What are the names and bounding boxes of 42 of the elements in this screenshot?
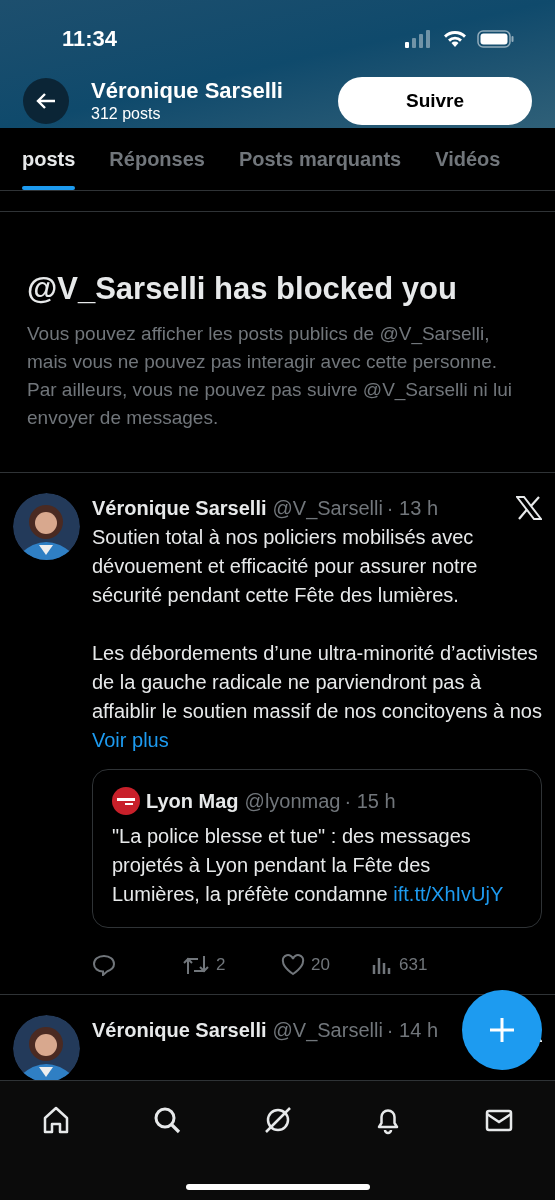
quote-time: · 15 h [344,789,396,814]
post-time: · 14 h [386,1018,438,1043]
quote-text: "La police blesse et tue" : des messages projetés à Lyon pendant la Fête des Lumières, la préfète condamne ift.tt/XhIvUjY [112,824,505,907]
plus-icon [489,1017,515,1043]
tab[interactable]: Réponses [109,128,205,190]
home-icon[interactable] [41,1105,71,1135]
action-count: 20 [311,954,330,977]
post-time: · 13 h [386,496,438,521]
avatar [13,493,80,560]
back-arrow-icon [36,92,56,110]
repost-icon[interactable] [182,954,210,976]
author-name: Véronique Sarselli [92,496,267,521]
blocked-title: @V_Sarselli has blocked you [27,270,458,308]
author-handle: @V_Sarselli [272,1018,383,1044]
source-logo-icon [112,787,140,815]
heart-icon[interactable] [281,954,305,976]
author-name: Véronique Sarselli [92,1018,267,1043]
profile-name: Véronique Sarselli [91,78,284,104]
post-text: Soutien total à nos policiers mobilisés avec dévouement et efficacité pour assurer notre sécurité pendant cette Fête des lumières. [92,525,479,608]
tab[interactable]: posts [22,128,76,190]
back-button[interactable] [23,78,69,124]
reply-icon[interactable] [92,954,116,976]
quote-handle: @lyonmag [244,789,341,814]
wifi-icon [443,29,467,48]
blocked-description: Vous pouvez afficher les posts publics de @V_Sarselli, mais vous ne pouvez pas interagir avec cette personne. Par ailleurs, vous ne pouvez pas suivre @V_Sarselli ni lui envoyer de messages. [27,322,514,430]
author-handle: @V_Sarselli [272,496,383,522]
post-text: Les débordements d’une ultra-minorité d’activistes de la gauche radicale ne parviendront pas à affaiblir le soutien massif de nos concitoyens à nos Voir plus [92,641,542,753]
action-count: 631 [399,954,428,977]
quoted-post[interactable]: Lyon Mag @lyonmag · 15 h "La police blesse et tue" : des messages projetés à Lyon pendant la Fête des Lumières, la préfète condamne ift.tt/XhIvUjY [92,769,542,928]
quote-author: Lyon Mag [146,789,239,814]
tab[interactable]: Posts marquants [238,128,402,190]
battery-icon [477,29,515,48]
avatar [13,1015,80,1082]
see-more-link[interactable]: Voir plus [92,729,169,751]
action-count: 2 [216,954,226,977]
x-icon [516,496,542,520]
status-time: 11:34 [62,25,118,53]
follow-button[interactable]: Suivre [338,77,532,125]
tab[interactable]: Vidéos [435,128,501,190]
signal-icon [405,29,433,48]
post-count: 312 posts [91,104,162,124]
article-link[interactable]: ift.tt/XhIvUjY [393,883,504,905]
